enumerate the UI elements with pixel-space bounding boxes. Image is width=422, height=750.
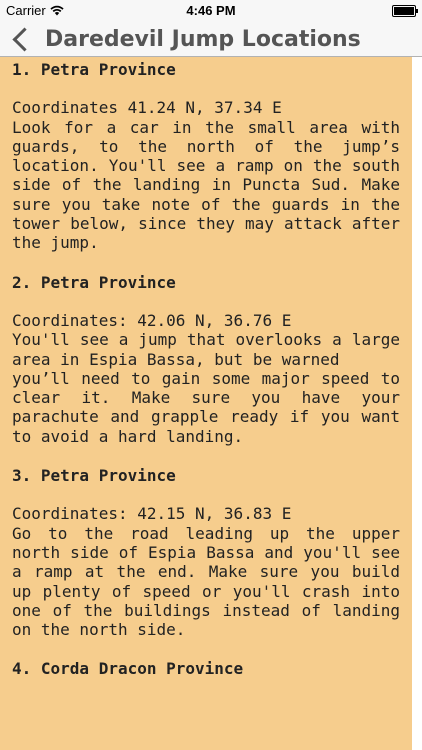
location-description: Look for a car in the small area with gu… (12, 117, 400, 253)
location-description: You'll see a jump that overlooks a large… (12, 330, 400, 369)
location-title: 2. Petra Province (12, 272, 176, 292)
location-item: 4. Corda Dracon Province (12, 659, 400, 678)
content-scroll-area[interactable]: 1. Petra Province Coordinates 41.24 N, 3… (0, 57, 412, 750)
back-button[interactable] (0, 22, 37, 56)
location-coordinates: Coordinates 41.24 N, 37.34 E (12, 98, 282, 118)
location-title: 3. Petra Province (12, 466, 176, 486)
location-item: 2. Petra Province Coordinates: 42.06 N, … (12, 273, 400, 446)
status-bar: Carrier 4:46 PM (0, 0, 422, 22)
status-time: 4:46 PM (186, 3, 236, 18)
location-item: 3. Petra Province Coordinates: 42.15 N, … (12, 466, 400, 639)
chevron-left-icon (12, 26, 37, 52)
location-title: 4. Corda Dracon Province (12, 659, 244, 679)
location-item: 1. Petra Province Coordinates 41.24 N, 3… (12, 60, 400, 253)
page-title: Daredevil Jump Locations (45, 26, 361, 52)
location-description-continued: you’ll need to gain some major speed to … (12, 368, 400, 446)
navigation-bar: Daredevil Jump Locations (0, 22, 422, 57)
location-title: 1. Petra Province (12, 60, 176, 79)
location-coordinates: Coordinates: 42.06 N, 36.76 E (12, 310, 292, 330)
battery-icon (392, 5, 418, 17)
location-description: Go to the road leading up the upper nort… (12, 523, 400, 640)
location-coordinates: Coordinates: 42.15 N, 36.83 E (12, 504, 292, 524)
right-edge-strip (412, 57, 422, 750)
